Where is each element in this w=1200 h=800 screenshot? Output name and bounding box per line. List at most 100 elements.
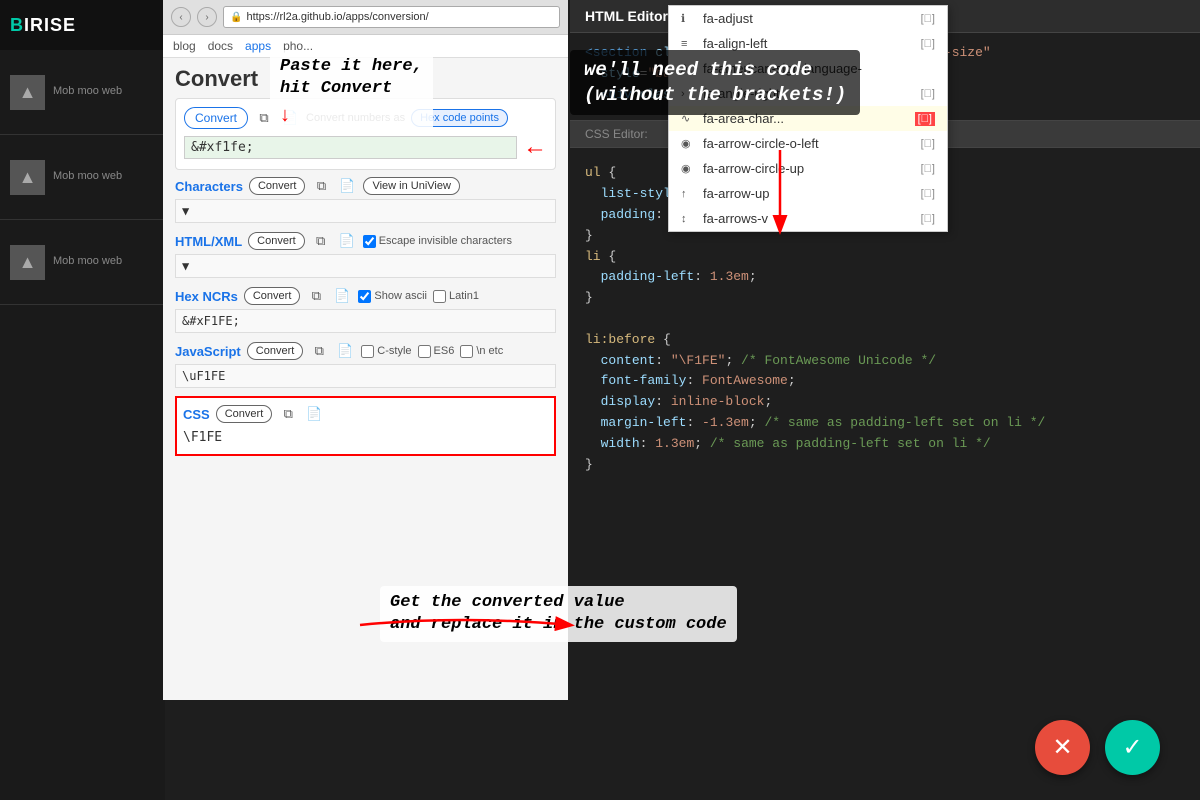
css-line-empty [570,309,1200,330]
css-line-close-li: } [570,288,1200,309]
css-copy-icon[interactable]: ⧉ [278,404,298,424]
c-style-checkbox[interactable] [361,345,374,358]
css-convert-button[interactable]: Convert [216,405,273,423]
file-icon[interactable]: 📄 [280,108,300,128]
show-ascii-checkbox[interactable] [358,290,371,303]
hex-ncrs-copy-icon[interactable]: ⧉ [306,286,326,306]
browser-url: 🔒 https://rl2a.github.io/apps/conversion… [223,6,560,28]
dropdown-item-fa-american[interactable]: A fa-american-sign-language- [669,56,947,81]
lock-icon: 🔒 [230,12,242,23]
converter-panel: ‹ › 🔒 https://rl2a.github.io/apps/conver… [163,0,568,700]
nav-apps[interactable]: apps [245,39,271,53]
javascript-convert-button[interactable]: Convert [247,342,304,360]
view-uniview-button[interactable]: View in UniView [363,177,459,195]
css-output-value: \F1FE [183,430,222,445]
sidebar: BIRISE ▲ Mob moo web ▲ Mob moo web ▲ Mob… [0,0,165,800]
hex-ncrs-section: Hex NCRs Convert ⧉ 📄 Show ascii Latin1 &… [175,286,556,333]
sidebar-item-1[interactable]: ▲ Mob moo web [0,50,165,135]
dropdown-item-name-9: fa-arrows-v [703,211,768,226]
nav-blog[interactable]: blog [173,39,196,53]
show-ascii-text: Show ascii [374,290,427,302]
n-etc-checkbox[interactable] [460,345,473,358]
close-button[interactable]: ✕ [1035,720,1090,775]
javascript-header: JavaScript Convert ⧉ 📄 C-style ES6 \n et… [175,341,556,361]
html-xml-copy-icon[interactable]: ⧉ [311,231,331,251]
characters-convert-button[interactable]: Convert [249,177,306,195]
browser-back[interactable]: ‹ [171,7,191,27]
css-section: CSS Convert ⧉ 📄 \F1FE [175,396,556,456]
latin1-checkbox[interactable] [433,290,446,303]
css-line-margin-left: margin-left: -1.3em; /* same as padding-… [570,413,1200,434]
javascript-output: \uF1FE [175,364,556,388]
javascript-copy-icon[interactable]: ⧉ [309,341,329,361]
red-arrow-input: ← [523,133,547,161]
latin1-text: Latin1 [449,290,479,302]
sidebar-brand: BIRISE [10,15,76,36]
sidebar-item-3[interactable]: ▲ Mob moo web [0,220,165,305]
dropdown-item-name-7: fa-arrow-circle-up [703,161,804,176]
nav-photos[interactable]: pho... [283,39,313,53]
sidebar-header: BIRISE [0,0,165,50]
copy-icon[interactable]: ⧉ [254,108,274,128]
main-convert-button[interactable]: Convert [184,107,248,129]
escape-label: Escape invisible characters [379,235,512,247]
c-style-label[interactable]: C-style [361,345,411,358]
sidebar-item-2[interactable]: ▲ Mob moo web [0,135,165,220]
es6-text: ES6 [434,345,455,357]
confirm-button[interactable]: ✓ [1105,720,1160,775]
dropdown-item-fa-arrow-up[interactable]: ↑ fa-arrow-up [] [669,181,947,206]
main-input[interactable] [184,136,517,159]
javascript-file-icon[interactable]: 📄 [335,341,355,361]
dropdown-item-fa-angle-right[interactable]: › fa-angle-right [] [669,81,947,106]
html-xml-file-icon[interactable]: 📄 [337,231,357,251]
css-editor-label: CSS Editor: [585,127,648,141]
characters-output-value: ▼ [182,204,189,218]
css-output: \F1FE [183,427,548,448]
escape-checkbox-label[interactable]: Escape invisible characters [363,235,512,248]
hex-ncrs-file-icon[interactable]: 📄 [332,286,352,306]
hex-ncrs-output: &#xF1FE; [175,309,556,333]
browser-forward[interactable]: › [197,7,217,27]
characters-file-icon[interactable]: 📄 [337,176,357,196]
dropdown-item-code-9: [] [921,213,935,225]
css-line-close-before: } [570,455,1200,476]
html-xml-header: HTML/XML Convert ⧉ 📄 Escape invisible ch… [175,231,556,251]
dropdown-item-fa-align-left[interactable]: ≡ fa-align-left [] [669,31,947,56]
latin1-label[interactable]: Latin1 [433,290,479,303]
sidebar-item-text-1: Mob moo web [53,84,122,99]
javascript-label: JavaScript [175,344,241,359]
hex-ncrs-convert-button[interactable]: Convert [244,287,301,305]
autocomplete-dropdown: ℹ fa-adjust [] ≡ fa-align-left [] A fa… [668,5,948,232]
fa-arrow-circle-up-icon: ◉ [681,162,695,175]
es6-label[interactable]: ES6 [418,345,455,358]
fa-adjust-icon: ℹ [681,12,695,25]
css-line-display: display: inline-block; [570,392,1200,413]
dropdown-item-fa-adjust[interactable]: ℹ fa-adjust [] [669,6,947,31]
fa-align-left-icon: ≡ [681,38,695,50]
javascript-section: JavaScript Convert ⧉ 📄 C-style ES6 \n et… [175,341,556,388]
n-etc-label[interactable]: \n etc [460,345,503,358]
sidebar-item-icon-3: ▲ [10,245,45,280]
dropdown-item-fa-area[interactable]: ∿ fa-area-char... [] [669,106,947,131]
editor-html-title: HTML Editor: [585,8,673,24]
dropdown-item-fa-arrow-circle-up[interactable]: ◉ fa-arrow-circle-up [] [669,156,947,181]
dropdown-item-code-2: [] [921,38,935,50]
nav-docs[interactable]: docs [208,39,233,53]
css-label: CSS [183,407,210,422]
dropdown-item-fa-arrows-v[interactable]: ↕ fa-arrows-v [] [669,206,947,231]
escape-invisible-checkbox[interactable] [363,235,376,248]
html-xml-convert-button[interactable]: Convert [248,232,305,250]
dropdown-item-code-1: [] [921,13,935,25]
characters-output: ▼ [175,199,556,223]
dropdown-item-code-5-highlighted: [] [915,112,935,126]
sidebar-brand-b: B [10,15,24,35]
input-value-row: ← [184,133,547,161]
characters-copy-icon[interactable]: ⧉ [311,176,331,196]
css-file-icon[interactable]: 📄 [304,404,324,424]
dropdown-item-fa-arrow-circle-left[interactable]: ◉ fa-arrow-circle-o-left [] [669,131,947,156]
show-ascii-label[interactable]: Show ascii [358,290,427,303]
fa-arrow-up-icon: ↑ [681,188,695,200]
hex-badge[interactable]: Hex code points [411,109,508,127]
es6-checkbox[interactable] [418,345,431,358]
sidebar-item-text-3: Mob moo web [53,254,122,269]
